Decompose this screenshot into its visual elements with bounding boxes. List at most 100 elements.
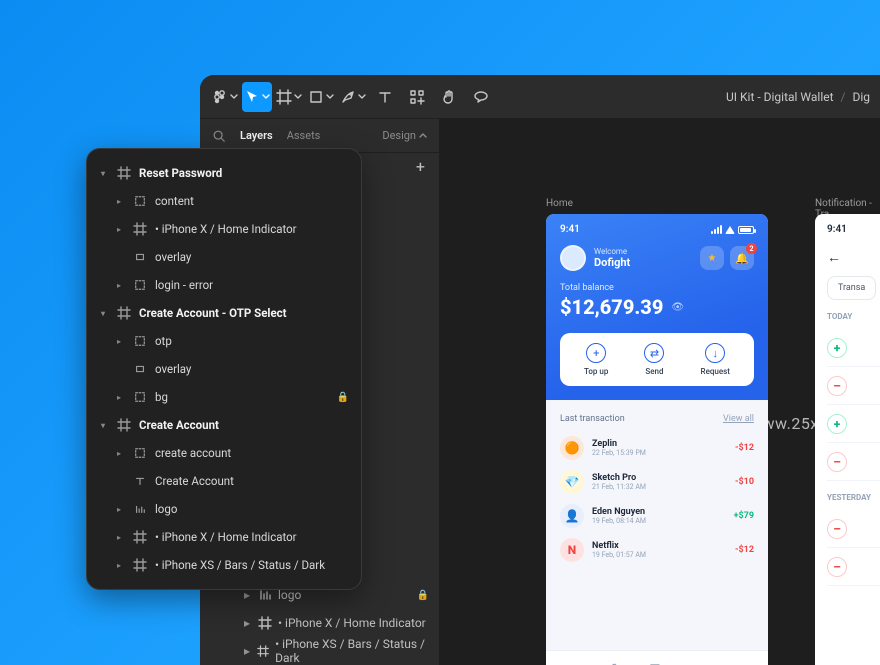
rect-icon — [133, 362, 147, 376]
caret-icon[interactable]: ▾ — [101, 309, 109, 318]
caret-icon[interactable]: ▸ — [117, 393, 125, 402]
shape-tool[interactable] — [306, 82, 336, 112]
layer-row[interactable]: ▸ logo — [87, 495, 361, 523]
layer-row[interactable]: ▾ Create Account - OTP Select — [87, 299, 361, 327]
tab-icon: ☺ — [737, 661, 749, 665]
move-tool[interactable] — [242, 82, 272, 112]
action-label: Top up — [584, 367, 608, 376]
frame-icon — [133, 222, 147, 236]
transaction-row[interactable]: – — [827, 548, 880, 586]
status-bar: 9:41 — [560, 224, 754, 235]
frame-label[interactable]: Home — [546, 198, 573, 209]
caret-icon[interactable]: ▸ — [117, 449, 125, 458]
action-request[interactable]: ↓ Request — [701, 343, 730, 376]
transaction-amount: -$12 — [735, 545, 754, 555]
figma-toolbar: UI Kit - Digital Wallet / Dig — [200, 75, 880, 119]
resources-tool[interactable] — [402, 82, 432, 112]
caret-icon[interactable]: ▾ — [101, 421, 109, 430]
tab-wallet[interactable]: ▭ Wallet — [687, 661, 706, 665]
caret-icon[interactable] — [117, 365, 125, 374]
layer-row[interactable]: ▸ content — [87, 187, 361, 215]
layer-row[interactable]: overlay — [87, 243, 361, 271]
layer-label: Create Account — [155, 474, 234, 488]
transaction-row[interactable]: 👤 Eden Nguyen19 Feb, 08:14 AM +$79 — [560, 504, 754, 528]
design-tab[interactable]: Design — [382, 129, 427, 142]
layer-row[interactable]: ▸ • iPhone X / Home Indicator — [87, 523, 361, 551]
layer-row[interactable]: ▸ • iPhone XS / Bars / Status / Dark — [200, 637, 439, 665]
layer-row[interactable]: ▸ create account — [87, 439, 361, 467]
home-artboard[interactable]: 9:41 Welcome Dofight — [546, 214, 768, 665]
layer-label: logo — [155, 502, 177, 516]
caret-icon[interactable]: ▸ — [117, 561, 125, 570]
layer-row[interactable]: Create Account — [87, 467, 361, 495]
transaction-row[interactable]: 💎 Sketch Pro21 Feb, 11:32 AM -$10 — [560, 470, 754, 494]
frame-icon — [257, 644, 269, 658]
layer-row[interactable]: ▸ login - error — [87, 271, 361, 299]
search-icon[interactable] — [212, 129, 226, 143]
notifications-button[interactable]: 🔔 2 — [730, 246, 754, 270]
layer-row[interactable]: ▸ • iPhone X / Home Indicator — [87, 215, 361, 243]
caret-icon[interactable]: ▸ — [117, 197, 125, 206]
caret-icon[interactable]: ▾ — [101, 169, 109, 178]
caret-icon[interactable]: ▸ — [117, 533, 125, 542]
text-tool[interactable] — [370, 82, 400, 112]
layer-label: • iPhone X / Home Indicator — [155, 530, 297, 544]
transaction-row[interactable]: – — [827, 367, 880, 405]
figma-menu-button[interactable] — [210, 82, 240, 112]
project-name[interactable]: UI Kit - Digital Wallet — [726, 90, 834, 104]
figma-canvas[interactable]: Home Notification - Tra www.25xt 9:41 — [440, 119, 880, 665]
add-page-button[interactable]: + — [416, 157, 425, 176]
notification-artboard[interactable]: 9:41 ← Transa TODAY + – + – YESTERDAY – … — [815, 214, 880, 665]
tab-scan[interactable]: ▣ Scan — [647, 661, 663, 665]
transaction-row[interactable]: 🟠 Zeplin22 Feb, 15:39 PM -$12 — [560, 436, 754, 460]
transaction-row[interactable]: + — [827, 405, 880, 443]
caret-icon[interactable]: ▸ — [117, 225, 125, 234]
action-label: Request — [701, 367, 730, 376]
tab-history[interactable]: ↺ History — [601, 661, 623, 665]
layer-row[interactable]: ▸ bg 🔒 — [87, 383, 361, 411]
breadcrumb[interactable]: UI Kit - Digital Wallet / Dig — [726, 90, 870, 104]
comment-tool[interactable] — [466, 82, 496, 112]
layer-row[interactable]: overlay — [87, 355, 361, 383]
layers-tab[interactable]: Layers — [240, 129, 273, 142]
caret-icon[interactable] — [117, 477, 125, 486]
caret-icon[interactable] — [117, 253, 125, 262]
filter-chip[interactable]: Transa — [827, 276, 876, 300]
logo-icon — [133, 502, 147, 516]
transaction-amount: +$79 — [734, 511, 754, 521]
assets-tab[interactable]: Assets — [287, 129, 321, 142]
caret-icon[interactable]: ▸ — [117, 505, 125, 514]
back-button[interactable]: ← — [827, 249, 880, 266]
layer-row[interactable]: ▾ Reset Password — [87, 159, 361, 187]
layer-label: Create Account — [139, 418, 219, 432]
lock-icon[interactable]: 🔒 — [417, 590, 429, 601]
group-icon — [133, 334, 147, 348]
transaction-row[interactable]: – — [827, 510, 880, 548]
layer-row[interactable]: ▾ Create Account — [87, 411, 361, 439]
layer-row[interactable]: ▸ otp — [87, 327, 361, 355]
tab-account[interactable]: ☺ Account — [730, 661, 756, 665]
toggle-visibility-icon[interactable]: 👁 — [671, 302, 684, 313]
view-all-link[interactable]: View all — [723, 414, 754, 424]
layer-row[interactable]: ▸ • iPhone X / Home Indicator — [200, 609, 439, 637]
transaction-row[interactable]: N Netflix19 Feb, 01:57 AM -$12 — [560, 538, 754, 562]
action-send[interactable]: ⇄ Send — [644, 343, 664, 376]
transaction-row[interactable]: – — [827, 443, 880, 481]
layers-popover[interactable]: ▾ Reset Password ▸ content ▸ • iPhone X … — [86, 148, 362, 590]
hand-tool[interactable] — [434, 82, 464, 112]
lock-icon[interactable]: 🔒 — [337, 392, 349, 403]
caret-icon[interactable]: ▸ — [117, 281, 125, 290]
layer-label: bg — [155, 390, 168, 404]
pen-tool[interactable] — [338, 82, 368, 112]
rewards-button[interactable]: ★ — [700, 246, 724, 270]
avatar[interactable] — [560, 245, 586, 271]
transaction-row[interactable]: + — [827, 329, 880, 367]
caret-icon[interactable]: ▸ — [117, 337, 125, 346]
wifi-icon — [725, 226, 735, 234]
frame-tool[interactable] — [274, 82, 304, 112]
tab-home[interactable]: ⌂ Home — [558, 661, 577, 665]
page-name[interactable]: Dig — [852, 90, 870, 104]
frame-icon — [117, 166, 131, 180]
action-top up[interactable]: + Top up — [584, 343, 608, 376]
layer-row[interactable]: ▸ • iPhone XS / Bars / Status / Dark — [87, 551, 361, 579]
